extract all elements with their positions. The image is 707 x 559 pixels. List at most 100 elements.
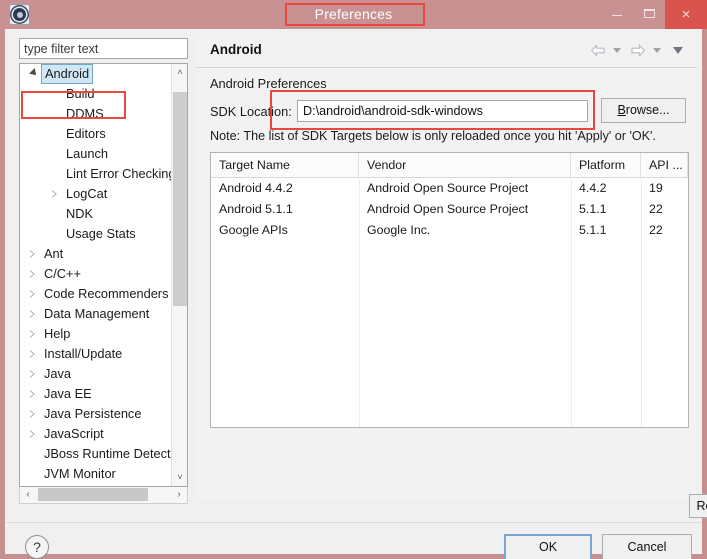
tree-collapsed-arrow-icon[interactable] [30, 430, 35, 438]
table-column-header[interactable]: API ... [641, 153, 688, 177]
scroll-right-icon[interactable]: › [171, 487, 187, 502]
window-frame-bottom [0, 554, 707, 559]
help-icon[interactable]: ? [25, 535, 49, 559]
sdk-targets-table[interactable]: Target Name Vendor Platform API ... Android… [210, 152, 689, 428]
tree-item-label: JVM Monitor [44, 466, 116, 481]
tree-horizontal-scrollbar[interactable]: ‹ › [19, 487, 188, 504]
sdk-location-input[interactable] [297, 100, 588, 122]
tree-collapsed-arrow-icon[interactable] [30, 370, 35, 378]
table-cell: 22 [649, 202, 663, 216]
maximize-button[interactable] [633, 0, 665, 29]
tree-item[interactable]: Data Management [20, 304, 172, 324]
tree-item[interactable]: JBoss Runtime Detect [20, 444, 172, 464]
browse-button-label: rowse... [625, 103, 670, 117]
table-cell: Google Inc. [367, 223, 431, 237]
preferences-dialog: Preferences × Android Build DDMS Editors Lau… [0, 0, 707, 559]
tree-item[interactable]: JVM Monitor [20, 464, 172, 484]
tree-item-label: Ant [44, 246, 64, 261]
tree-collapsed-arrow-icon[interactable] [30, 390, 35, 398]
forward-menu-chevron-down-icon[interactable] [652, 48, 661, 54]
tree-item[interactable]: NDK [20, 204, 172, 224]
dialog-body: Android Build DDMS Editors Launch Lint Error … [5, 29, 707, 559]
tree-item-label: Launch [66, 146, 108, 161]
scroll-left-icon[interactable]: ‹ [20, 487, 36, 502]
tree-collapsed-arrow-icon[interactable] [30, 410, 35, 418]
tree-item-label: Usage Stats [66, 226, 136, 241]
browse-button[interactable]: Browse... [601, 98, 686, 123]
preferences-tree-panel: Android Build DDMS Editors Launch Lint Error … [13, 34, 194, 504]
tree-item-label: LogCat [66, 186, 108, 201]
footer-divider [5, 522, 702, 523]
content-nav-toolbar [589, 42, 687, 60]
table-row[interactable]: Android 5.1.1 Android Open Source Project… [211, 199, 688, 220]
tree-vscroll-thumb[interactable] [173, 92, 187, 306]
ok-button[interactable]: OK [504, 534, 592, 559]
tree-collapsed-arrow-icon[interactable] [30, 330, 35, 338]
tree-item[interactable]: Help [20, 324, 172, 344]
minimize-button[interactable] [601, 0, 633, 29]
tree-item-label: Java EE [44, 386, 92, 401]
preferences-content-panel: Android Android Preferences SDK Location… [197, 34, 707, 518]
content-header: Android [197, 34, 697, 68]
page-title: Android [210, 42, 262, 57]
table-row[interactable]: Google APIs Google Inc. 5.1.1 22 [211, 220, 688, 241]
preferences-tree[interactable]: Android Build DDMS Editors Launch Lint Error … [19, 63, 188, 487]
tree-item-label: Install/Update [44, 346, 123, 361]
table-cell: Android Open Source Project [367, 181, 529, 195]
table-row[interactable]: Android 4.4.2 Android Open Source Project… [211, 178, 688, 199]
tree-collapsed-arrow-icon[interactable] [30, 290, 35, 298]
tree-item[interactable]: DDMS [20, 104, 172, 124]
view-menu-chevron-down-icon[interactable] [673, 47, 683, 55]
table-cell: 22 [649, 223, 663, 237]
window-titlebar: Preferences × [0, 0, 707, 29]
table-cell: Google APIs [219, 223, 288, 237]
tree-item[interactable]: Java Persistence [20, 404, 172, 424]
tree-item[interactable]: Android [20, 64, 172, 84]
tree-item[interactable]: Editors [20, 124, 172, 144]
tree-item-list: Android Build DDMS Editors Launch Lint Error … [20, 64, 172, 486]
tree-item[interactable]: LogCat [20, 184, 172, 204]
cancel-button[interactable]: Cancel [602, 534, 692, 559]
tree-item-label: Editors [66, 126, 106, 141]
tree-item[interactable]: Code Recommenders [20, 284, 172, 304]
tree-item[interactable]: Launch [20, 144, 172, 164]
scroll-down-icon[interactable]: ˅ [172, 469, 187, 486]
tree-expanded-arrow-icon[interactable] [29, 68, 39, 78]
forward-arrow-icon[interactable] [630, 44, 646, 58]
table-cell: 19 [649, 181, 663, 195]
tree-item[interactable]: C/C++ [20, 264, 172, 284]
tree-item-label: Help [44, 326, 71, 341]
tree-hscroll-thumb[interactable] [38, 488, 148, 501]
tree-item-label: C/C++ [44, 266, 81, 281]
table-cell: 4.4.2 [579, 181, 607, 195]
tree-item[interactable]: Lint Error Checking [20, 164, 172, 184]
tree-item-label: Data Management [44, 306, 150, 321]
table-body: Android 4.4.2 Android Open Source Project… [211, 178, 688, 241]
tree-collapsed-arrow-icon[interactable] [30, 250, 35, 258]
table-column-header[interactable]: Target Name [211, 153, 359, 177]
back-arrow-icon[interactable] [590, 44, 606, 58]
back-menu-chevron-down-icon[interactable] [612, 48, 621, 54]
tree-item-label: Java Persistence [44, 406, 142, 421]
table-cell: Android 4.4.2 [219, 181, 293, 195]
tree-item[interactable]: Usage Stats [20, 224, 172, 244]
table-column-header[interactable]: Vendor [359, 153, 571, 177]
tree-item[interactable]: Java [20, 364, 172, 384]
sdk-location-label: SDK Location: [210, 104, 292, 119]
tree-collapsed-arrow-icon[interactable] [52, 190, 57, 198]
tree-vertical-scrollbar[interactable]: ˄ ˅ [171, 64, 187, 486]
table-cell: 5.1.1 [579, 202, 607, 216]
tree-collapsed-arrow-icon[interactable] [30, 310, 35, 318]
close-button[interactable]: × [665, 0, 707, 29]
tree-collapsed-arrow-icon[interactable] [30, 350, 35, 358]
filter-input[interactable] [19, 38, 188, 59]
restore-defaults-button[interactable]: Restore Defaults [689, 494, 707, 518]
tree-item[interactable]: JavaScript [20, 424, 172, 444]
tree-item[interactable]: Install/Update [20, 344, 172, 364]
table-column-header[interactable]: Platform [571, 153, 641, 177]
tree-item[interactable]: Build [20, 84, 172, 104]
scroll-up-icon[interactable]: ˄ [172, 64, 187, 81]
tree-item[interactable]: Java EE [20, 384, 172, 404]
tree-collapsed-arrow-icon[interactable] [30, 270, 35, 278]
tree-item[interactable]: Ant [20, 244, 172, 264]
